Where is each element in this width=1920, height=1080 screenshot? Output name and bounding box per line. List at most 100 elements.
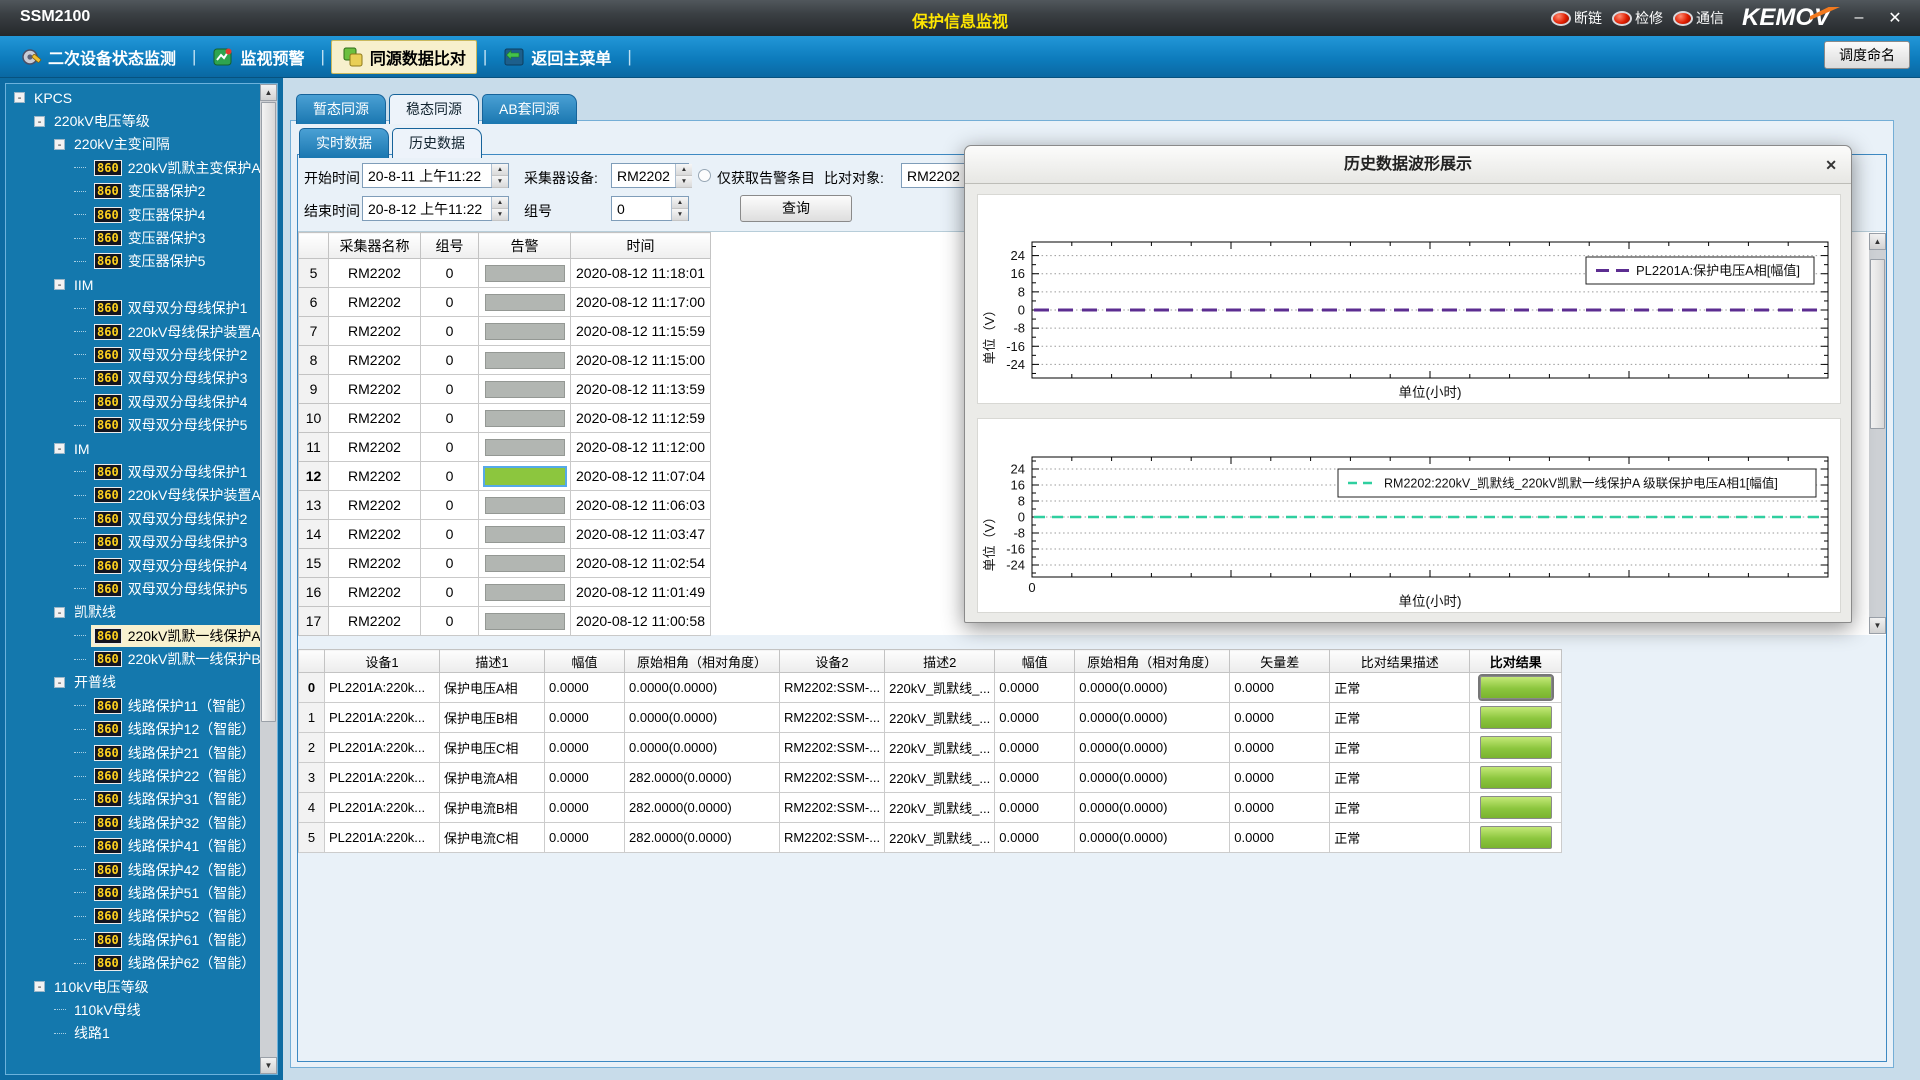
spinner-arrows-icon[interactable]: ▲▼ [671, 197, 688, 220]
tree-item[interactable]: 860双母双分母线保护2 [6, 507, 260, 530]
history-table-row[interactable]: 8RM220202020-08-12 11:15:00 [299, 346, 711, 375]
history-table-scrollbar[interactable]: ▲ ▼ [1869, 233, 1886, 634]
alarm-bar-gray[interactable] [485, 497, 565, 514]
group-number-input[interactable]: 0 ▲▼ [611, 196, 689, 221]
compare-table-row[interactable]: 4PL2201A:220k...保护电流B相0.0000282.0000(0.0… [299, 793, 1562, 823]
tree-item[interactable]: 860双母双分母线保护3 [6, 367, 260, 390]
tree-expander-icon[interactable]: - [34, 116, 45, 127]
compare-table-row[interactable]: 5PL2201A:220k...保护电流C相0.0000282.0000(0.0… [299, 823, 1562, 853]
alarm-cell[interactable] [479, 346, 571, 375]
history-table-row[interactable]: 14RM220202020-08-12 11:03:47 [299, 520, 711, 549]
tree-item[interactable]: 860双母双分母线保护4 [6, 390, 260, 413]
tree-item[interactable]: 860双母双分母线保护4 [6, 554, 260, 577]
tree-expander-icon[interactable]: - [14, 92, 25, 103]
alarm-bar-gray[interactable] [485, 352, 565, 369]
tree-expander-icon[interactable]: - [54, 443, 65, 454]
subtab-realtime-data[interactable]: 实时数据 [299, 128, 389, 158]
tree-item[interactable]: -凯默线 [6, 601, 260, 624]
history-table-row[interactable]: 16RM220202020-08-12 11:01:49 [299, 578, 711, 607]
toolbar-device-status-button[interactable]: 二次设备状态监测 [10, 41, 186, 73]
compare-result-cell[interactable] [1470, 793, 1562, 823]
minimize-button[interactable]: – [1846, 9, 1872, 27]
tree-item[interactable]: 线路1 [6, 1022, 260, 1045]
history-table-row[interactable]: 17RM220202020-08-12 11:00:58 [299, 607, 711, 636]
alarm-cell[interactable] [479, 288, 571, 317]
scroll-up-arrow-icon[interactable]: ▲ [1869, 233, 1886, 250]
result-bar-green[interactable] [1480, 706, 1552, 729]
result-bar-green[interactable] [1480, 766, 1552, 789]
compare-table-row[interactable]: 2PL2201A:220k...保护电压C相0.00000.0000(0.000… [299, 733, 1562, 763]
compare-result-cell[interactable] [1470, 763, 1562, 793]
tree-scrollbar[interactable]: ▲ ▼ [260, 84, 277, 1074]
alarm-cell[interactable] [479, 433, 571, 462]
tree-item[interactable]: 860线路保护31（智能） [6, 788, 260, 811]
tree-item[interactable]: 860双母双分母线保护2 [6, 343, 260, 366]
tree-item[interactable]: -IM [6, 437, 260, 460]
compare-table-row[interactable]: 0PL2201A:220k...保护电压A相0.00000.0000(0.000… [299, 673, 1562, 703]
alarm-cell[interactable] [479, 578, 571, 607]
tab-ab-source[interactable]: AB套同源 [482, 94, 577, 124]
toolbar-return-main-menu-button[interactable]: 返回主菜单 [493, 41, 621, 73]
tree-item[interactable]: 860线路保护62（智能） [6, 951, 260, 974]
tree-item[interactable]: 860线路保护41（智能） [6, 835, 260, 858]
compare-result-cell[interactable] [1470, 703, 1562, 733]
scroll-up-arrow-icon[interactable]: ▲ [260, 84, 277, 101]
tree-item[interactable]: -开普线 [6, 671, 260, 694]
tree-item[interactable]: -220kV主变间隔 [6, 133, 260, 156]
result-bar-green[interactable] [1480, 676, 1552, 699]
start-time-input[interactable]: 20-8-11 上午11:22 ▲▼ [362, 163, 509, 188]
tree-expander-icon[interactable]: - [54, 607, 65, 618]
compare-table-row[interactable]: 1PL2201A:220k...保护电压B相0.00000.0000(0.000… [299, 703, 1562, 733]
alarm-cell[interactable] [479, 462, 571, 491]
collector-device-select[interactable]: RM2202 ▲▼ [611, 163, 689, 188]
spinner-arrows-icon[interactable]: ▲▼ [491, 197, 508, 220]
end-time-input[interactable]: 20-8-12 上午11:22 ▲▼ [362, 196, 509, 221]
alarm-cell[interactable] [479, 404, 571, 433]
spinner-arrows-icon[interactable]: ▲▼ [675, 164, 692, 187]
alarm-cell[interactable] [479, 520, 571, 549]
alarm-only-radio[interactable] [698, 169, 711, 182]
dialog-close-button[interactable]: ✕ [1825, 146, 1837, 184]
tree-item[interactable]: 860双母双分母线保护3 [6, 530, 260, 553]
scroll-down-arrow-icon[interactable]: ▼ [260, 1057, 277, 1074]
tree-scrollbar-thumb[interactable] [261, 102, 276, 722]
history-table-row[interactable]: 9RM220202020-08-12 11:13:59 [299, 375, 711, 404]
result-bar-green[interactable] [1480, 796, 1552, 819]
compare-result-cell[interactable] [1470, 733, 1562, 763]
tree-item[interactable]: -220kV电压等级 [6, 109, 260, 132]
alarm-bar-gray[interactable] [485, 584, 565, 601]
alarm-cell[interactable] [479, 607, 571, 636]
spinner-arrows-icon[interactable]: ▲▼ [491, 164, 508, 187]
subtab-history-data[interactable]: 历史数据 [392, 128, 482, 158]
alarm-cell[interactable] [479, 491, 571, 520]
alarm-bar-gray[interactable] [485, 381, 565, 398]
toolbar-data-compare-button[interactable]: 同源数据比对 [331, 40, 477, 74]
alarm-bar-gray[interactable] [485, 555, 565, 572]
compare-result-cell[interactable] [1470, 673, 1562, 703]
tree-item[interactable]: 860双母双分母线保护5 [6, 413, 260, 436]
tree-item[interactable]: 860220kV母线保护装置A [6, 484, 260, 507]
tree-item[interactable]: 860变压器保护4 [6, 203, 260, 226]
alarm-bar-gray[interactable] [485, 294, 565, 311]
history-table-row[interactable]: 6RM220202020-08-12 11:17:00 [299, 288, 711, 317]
alarm-cell[interactable] [479, 375, 571, 404]
alarm-bar-gray[interactable] [485, 265, 565, 282]
compare-table-row[interactable]: 3PL2201A:220k...保护电流A相0.0000282.0000(0.0… [299, 763, 1562, 793]
history-table-row[interactable]: 5RM220202020-08-12 11:18:01 [299, 259, 711, 288]
query-button[interactable]: 查询 [740, 195, 852, 222]
alarm-cell[interactable] [479, 259, 571, 288]
tree-item[interactable]: 860220kV凯默一线保护A [6, 624, 260, 647]
tree-item[interactable]: 860220kV凯默主变保护A [6, 156, 260, 179]
alarm-bar-selected-green[interactable] [483, 466, 567, 487]
scroll-down-arrow-icon[interactable]: ▼ [1869, 617, 1886, 634]
tab-steady-source[interactable]: 稳态同源 [389, 94, 479, 124]
tree-item[interactable]: -KPCS [6, 86, 260, 109]
tree-expander-icon[interactable]: - [54, 139, 65, 150]
result-bar-green[interactable] [1480, 736, 1552, 759]
tree-item[interactable]: 860220kV凯默一线保护B [6, 647, 260, 670]
history-table-row[interactable]: 10RM220202020-08-12 11:12:59 [299, 404, 711, 433]
history-table-row[interactable]: 11RM220202020-08-12 11:12:00 [299, 433, 711, 462]
tree-item[interactable]: 110kV母线 [6, 998, 260, 1021]
tree-item[interactable]: 860线路保护21（智能） [6, 741, 260, 764]
tree-expander-icon[interactable]: - [34, 981, 45, 992]
